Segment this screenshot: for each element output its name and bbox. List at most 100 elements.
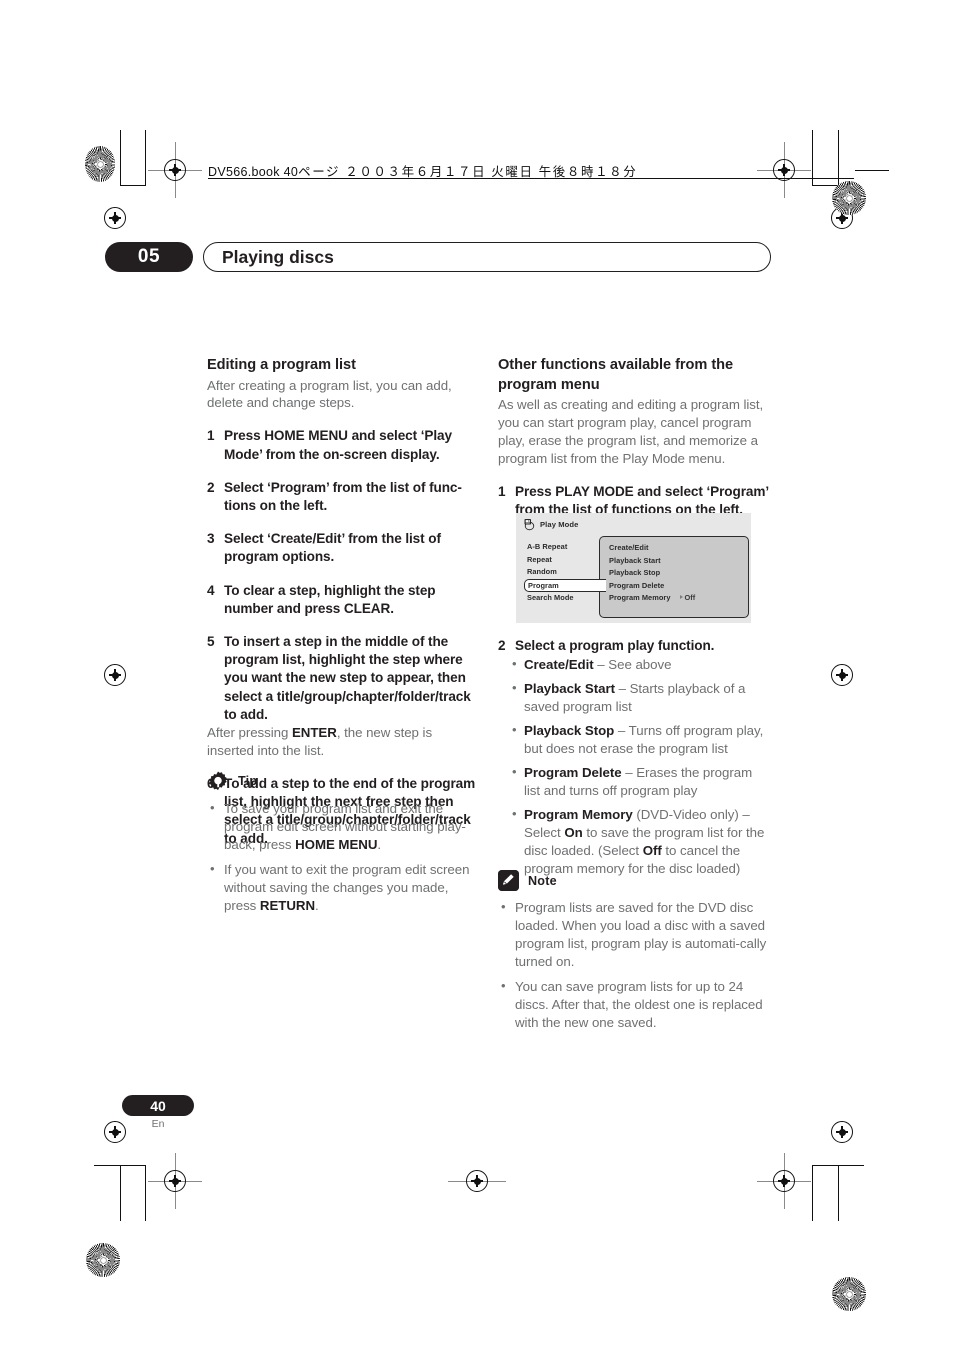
tip-callout: Tip To save your program list and exit t…	[207, 770, 479, 915]
step-2-text: Select ‘Program’ from the list of func-t…	[224, 479, 462, 514]
osd-function-list: A-B Repeat Repeat Random Program Search …	[524, 541, 606, 605]
osd-row-program-delete-label: Program Delete	[609, 580, 665, 590]
osd-row-playback-stop-label: Playback Stop	[609, 568, 661, 577]
step-5: 5 To insert a step in the middle of the p…	[207, 633, 479, 724]
function-program-memory-name: Program Memory	[524, 806, 633, 822]
tip-label: Tip	[238, 774, 258, 788]
book-date-jp: ページ ２００３年６月１７日 火曜日 午後８時１８分	[298, 165, 638, 179]
step-1: 1 Press HOME MENU and select ‘Play Mode’ …	[207, 427, 479, 463]
right-column-functions: 2 Select a program play function. Create/…	[498, 637, 770, 884]
program-function-list: Create/Edit – See above Playback Start –…	[510, 655, 770, 878]
step-5-note-key: ENTER	[291, 725, 337, 741]
crop-mark-top-left-v2	[145, 130, 147, 186]
note-bullet-list: Program lists are saved for the DVD disc…	[498, 898, 770, 1032]
osd-program-options-panel: Create/Edit Playback Start Playback Stop…	[599, 536, 749, 618]
osd-row-program-delete[interactable]: Program Delete	[600, 580, 748, 593]
list-item: Program Memory (DVD-Video only) – Select…	[510, 805, 770, 878]
function-playback-start-name: Playback Start	[524, 681, 615, 697]
page-title: Playing discs	[203, 242, 771, 272]
section-intro-other-functions: As well as creating and editing a progra…	[498, 397, 764, 466]
osd-item-search-mode[interactable]: Search Mode	[524, 592, 602, 605]
list-item: To save your program list and exit the p…	[207, 799, 479, 854]
osd-item-random[interactable]: Random	[524, 566, 602, 579]
function-program-memory-on: On	[564, 824, 583, 840]
step-1-text: Press HOME MENU and select ‘Play Mode’ f…	[224, 428, 452, 462]
registration-crosshair-top-left	[164, 159, 186, 181]
right-step-2-number: 2	[498, 638, 506, 653]
tip-bullet-2-key: RETURN	[259, 897, 316, 913]
crop-mark-bottom-left-h	[94, 1165, 146, 1167]
function-create-edit-name: Create/Edit	[524, 657, 594, 673]
book-header-rule-right	[855, 170, 889, 172]
registration-crosshair-left-mid	[104, 664, 126, 686]
step-5-note-pre: After pressing	[207, 725, 292, 741]
registration-crosshair-bottom-left	[164, 1170, 186, 1192]
right-column: Other functions available from the progr…	[498, 356, 770, 519]
step-3-text: Select ‘Create/Edit’ from the list of pr…	[224, 531, 441, 565]
crop-mark-bottom-right-v2	[838, 1165, 840, 1221]
play-mode-osd-illustration: Play Mode A-B Repeat Repeat Random Progr…	[516, 513, 751, 623]
list-item: If you want to exit the program edit scr…	[207, 860, 479, 915]
registration-starburst-top-right	[832, 181, 866, 215]
book-file-name: DV566.book	[208, 165, 280, 179]
tip-callout-header: Tip	[207, 770, 479, 792]
function-program-delete-name: Program Delete	[524, 764, 622, 780]
osd-row-create-edit-label: Create/Edit	[609, 543, 649, 552]
book-header-rule	[208, 178, 854, 180]
registration-starburst-bottom-right	[832, 1277, 866, 1311]
function-create-edit-desc: – See above	[593, 657, 672, 673]
step-3-number: 3	[207, 531, 215, 547]
osd-row-create-edit[interactable]: Create/Edit	[600, 542, 748, 555]
section-title-editing-program-list: Editing a program list	[207, 357, 356, 373]
list-item: Playback Start – Starts playback of a sa…	[510, 679, 770, 716]
osd-row-playback-start[interactable]: Playback Start	[600, 555, 748, 568]
function-program-memory-off: Off	[642, 842, 662, 858]
note-label: Note	[528, 873, 557, 888]
pencil-note-icon	[498, 870, 519, 891]
osd-item-ab-repeat[interactable]: A-B Repeat	[524, 541, 602, 554]
registration-crosshair-right-lower	[831, 1121, 853, 1143]
osd-row-playback-stop[interactable]: Playback Stop	[600, 567, 748, 580]
list-item: You can save program lists for up to 24 …	[498, 977, 770, 1032]
osd-row-program-memory[interactable]: Program Memory Off	[600, 592, 748, 605]
step-4-number: 4	[207, 582, 215, 598]
registration-crosshair-right-mid	[831, 664, 853, 686]
osd-title: Play Mode	[540, 520, 579, 529]
step-4: 4 To clear a step, highlight the step num…	[207, 582, 479, 618]
osd-item-program[interactable]: Program	[524, 578, 606, 592]
tip-bullet-1-key: HOME MENU	[295, 836, 378, 852]
section-title-other-functions: Other functions available from the progr…	[498, 357, 734, 393]
note-callout: Note Program lists are saved for the DVD…	[498, 870, 770, 1032]
note-callout-header: Note	[498, 870, 770, 891]
tip-bullet-2-post: .	[315, 897, 319, 913]
registration-crosshair-bottom-right	[773, 1170, 795, 1192]
osd-item-repeat[interactable]: Repeat	[524, 554, 602, 567]
crop-mark-bottom-left-v	[120, 1165, 122, 1221]
right-step-1-number: 1	[498, 483, 506, 499]
gear-icon	[207, 770, 229, 792]
list-item: Playback Stop – Turns off program play, …	[510, 721, 770, 758]
registration-starburst-bottom-left	[86, 1243, 120, 1277]
chapter-number-badge: 05	[105, 242, 193, 272]
list-item: Program lists are saved for the DVD disc…	[498, 898, 770, 971]
section-intro-editing: After creating a program list, you can a…	[207, 377, 452, 411]
tip-bullet-1-post: .	[377, 836, 382, 852]
chevron-right-icon	[679, 595, 683, 599]
play-mode-screen-icon	[523, 518, 536, 531]
osd-titlebar: Play Mode	[523, 518, 578, 531]
function-playback-stop-name: Playback Stop	[524, 723, 615, 739]
list-item: Create/Edit – See above	[510, 655, 770, 674]
step-5-text: To insert a step in the middle of the pr…	[224, 634, 471, 722]
page-number-badge: 40	[122, 1095, 194, 1116]
chapter-header: 05 Playing discs	[105, 242, 771, 272]
book-page-number: 40	[283, 165, 299, 179]
page-language-code: En	[151, 1118, 165, 1130]
list-item: Program Delete – Erases the program list…	[510, 763, 770, 800]
osd-row-program-memory-value-wrap: Off	[679, 593, 696, 602]
step-4-text: To clear a step, highlight the step numb…	[224, 582, 436, 616]
crop-mark-bottom-right-v	[812, 1165, 814, 1221]
step-5-number: 5	[207, 634, 215, 650]
osd-row-program-memory-label: Program Memory	[609, 593, 671, 602]
step-2-number: 2	[207, 479, 215, 495]
registration-crosshair-bottom-center	[466, 1170, 488, 1192]
